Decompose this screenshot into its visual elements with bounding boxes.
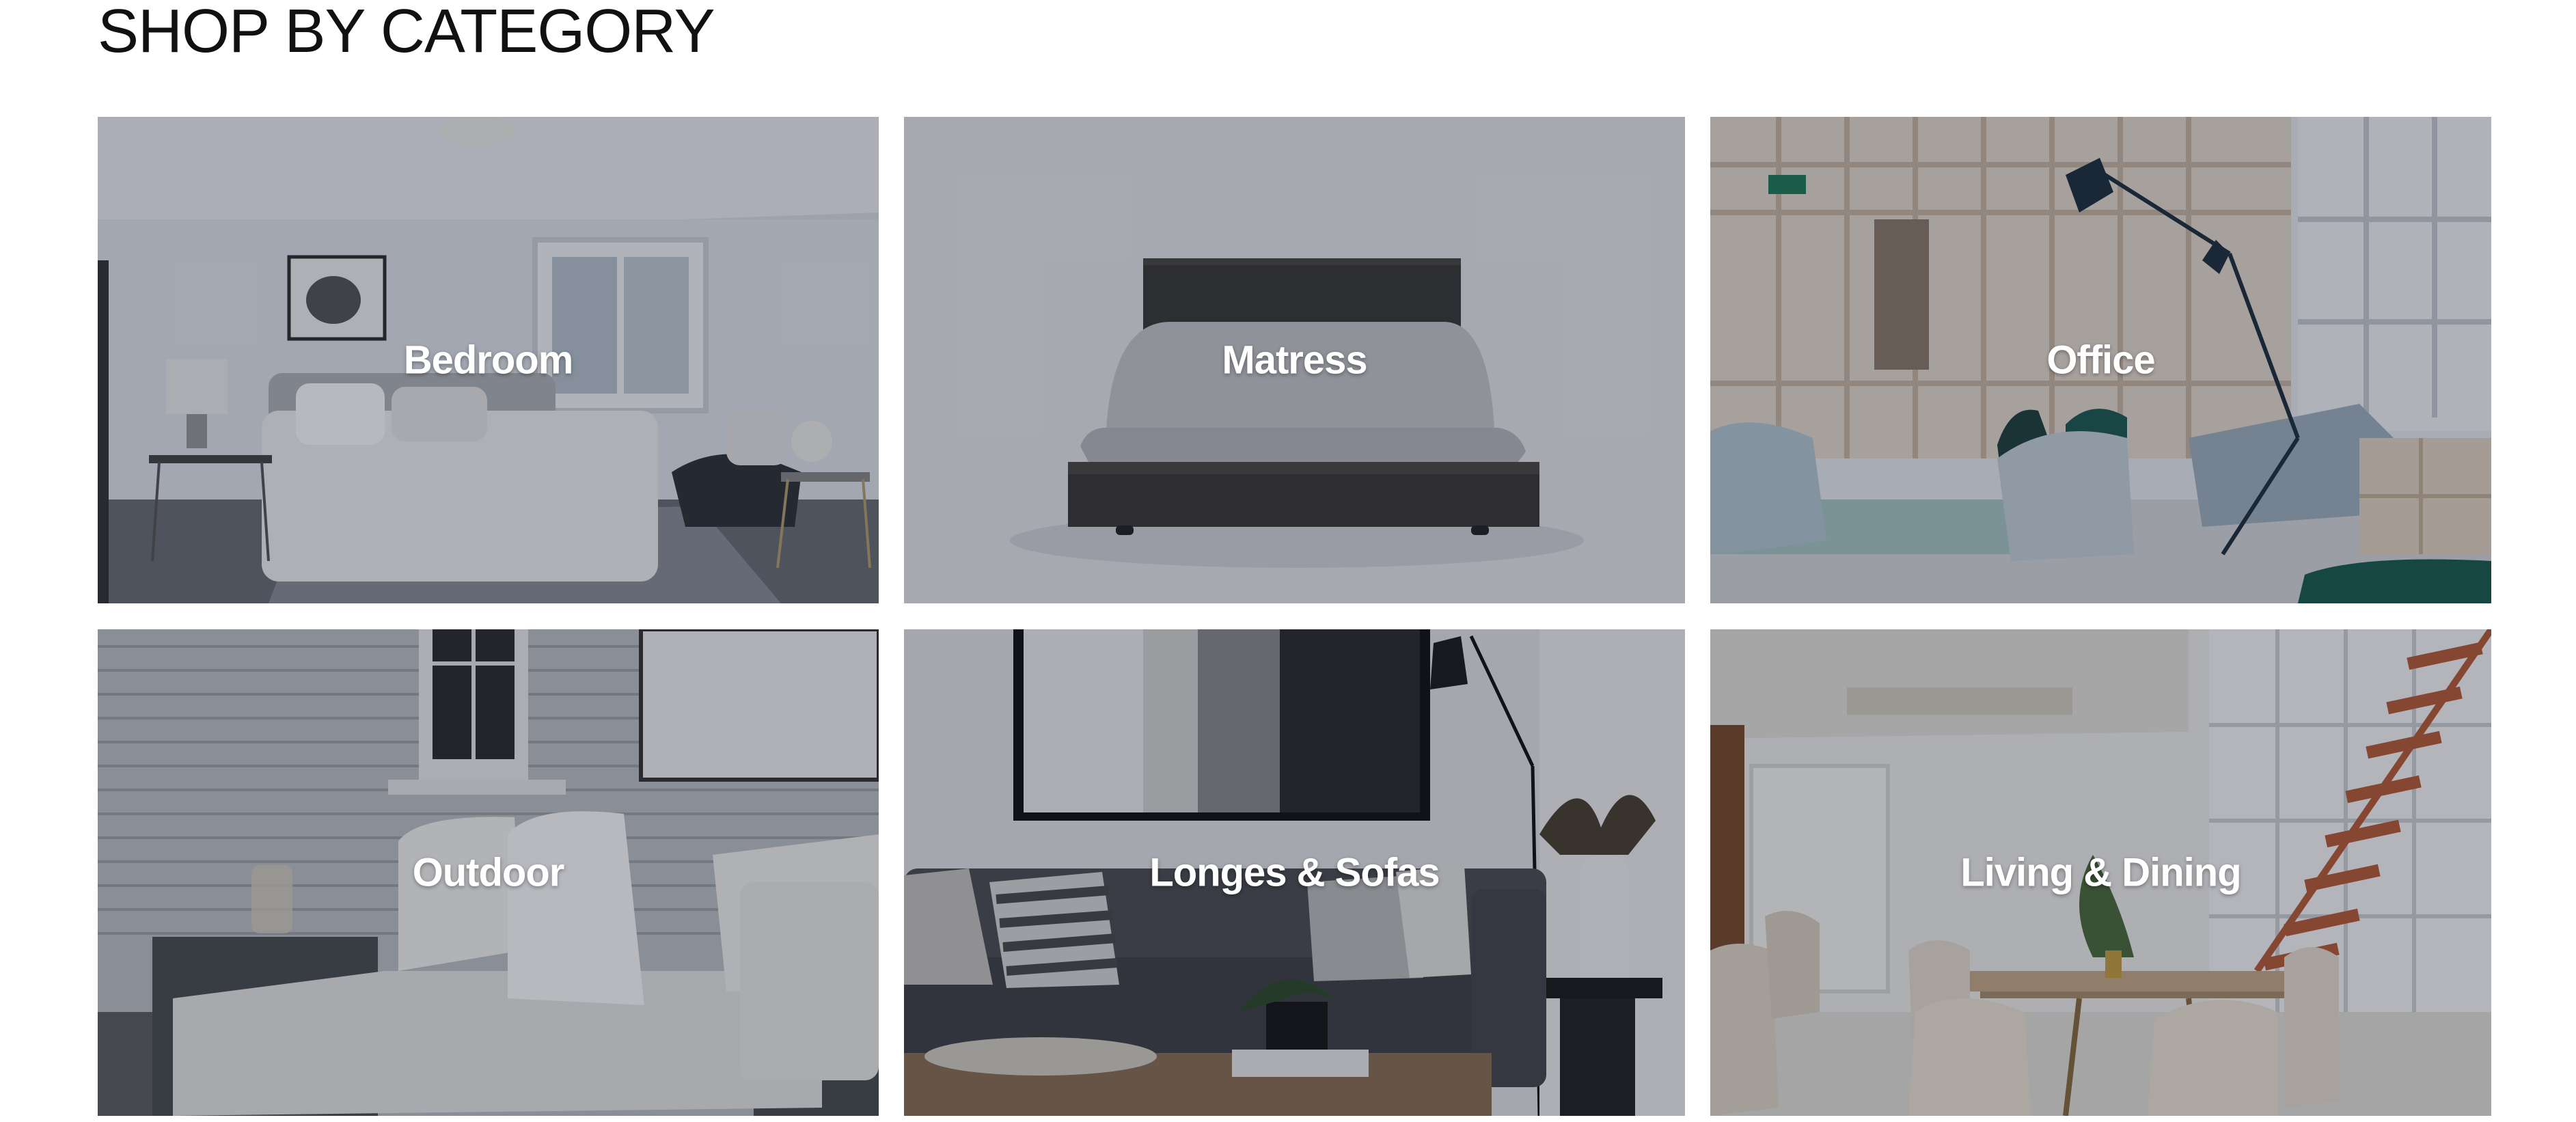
category-label: Bedroom: [403, 338, 574, 383]
category-label: Office: [2046, 338, 2155, 383]
section-title: SHOP BY CATEGORY: [98, 0, 715, 66]
category-label: Outdoor: [412, 850, 565, 895]
category-tile-sofas[interactable]: Longes & Sofas: [904, 629, 1685, 1116]
category-page: SHOP BY CATEGORY Bedroom Matress Office …: [0, 0, 2576, 1122]
category-tile-office[interactable]: Office: [1710, 117, 2491, 603]
category-label: Matress: [1222, 338, 1367, 383]
category-tile-matress[interactable]: Matress: [904, 117, 1685, 603]
category-tile-bedroom[interactable]: Bedroom: [98, 117, 879, 603]
category-label: Longes & Sofas: [1149, 850, 1440, 895]
category-label: Living & Dining: [1960, 850, 2241, 895]
category-tile-living-dining[interactable]: Living & Dining: [1710, 629, 2491, 1116]
category-tile-outdoor[interactable]: Outdoor: [98, 629, 879, 1116]
category-grid: Bedroom Matress Office Outdoor Longes & …: [98, 117, 2492, 1116]
